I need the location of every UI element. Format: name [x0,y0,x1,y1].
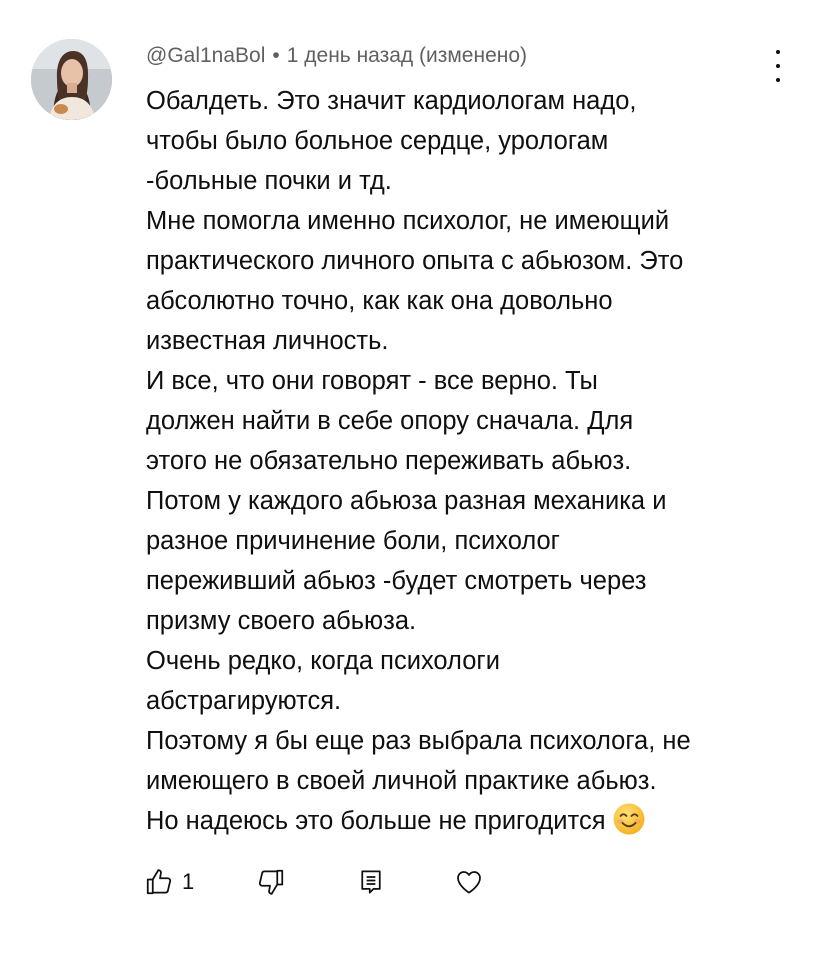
comment-line: Мне помогла именно психолог, не имеющий [146,207,670,235]
comment-line: этого не обязательно переживать абьюз. [146,447,632,475]
heart-button[interactable] [454,864,484,900]
comment-line: И все, что они говорят - все верно. Ты [146,367,598,395]
comment-line: чтобы было больное сердце, урологам [146,127,609,155]
dislike-button[interactable] [256,864,286,900]
comment-text: Обалдеть. Это значит кардиологам надо, ч… [146,81,796,841]
reply-comment-icon [361,870,381,894]
comment-line: переживший абьюз -будет смотреть через [146,567,647,595]
more-vertical-icon [776,50,780,54]
comment-line: имеющего в своей личной практике абьюз. [146,767,657,795]
comment-line: Поэтому я бы еще раз выбрала психолога, … [146,727,691,755]
more-vertical-icon-dot [776,64,780,68]
avatar[interactable] [31,39,112,120]
comment-line: призму своего абьюза. [146,607,417,635]
comment-timestamp[interactable]: 1 день назад (изменено) [287,44,527,67]
thumb-up-icon [146,869,172,895]
comment-actions: 1 [144,864,504,900]
comment-line: должен найти в себе опору сначала. Для [146,407,634,435]
like-count: 1 [182,869,195,894]
comment-line: Обалдеть. Это значит кардиологам надо, [146,87,637,115]
heart-icon [457,871,481,894]
comment-line: разное причинение боли, психолог [146,527,560,555]
comment-line: Очень редко, когда психологи [146,647,500,675]
comment-line: -больные почки и тд. [146,167,392,195]
avatar-image [31,39,112,120]
reply-button[interactable] [356,864,386,900]
meta-separator: • [272,44,280,67]
comment-line-text: Но надеюсь это больше не пригодится [146,807,606,835]
comment-line: известная личность. [146,327,389,355]
like-button[interactable]: 1 [144,864,194,900]
comment: @Gal1naBol • 1 день назад (изменено) Обалд… [0,0,828,956]
comment-line: абстрагируются. [146,687,342,715]
more-actions-button[interactable] [764,50,792,82]
comment-header: @Gal1naBol • 1 день назад (изменено) [146,43,527,69]
comment-line: Потом у каждого абьюза разная механика и [146,487,667,515]
smiling-face-emoji [613,803,644,835]
thumb-down-icon [258,869,284,895]
comment-line-last: Но надеюсь это больше не пригодится [146,801,796,841]
comment-line: абсолютно точно, как как она довольно [146,287,613,315]
comment-line: практического личного опыта с абьюзом. Э… [146,247,684,275]
author-name[interactable]: @Gal1naBol [146,44,265,67]
